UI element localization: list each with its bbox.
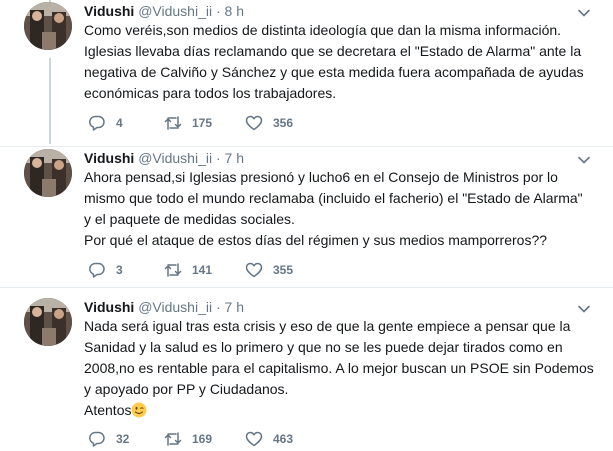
tweet-header: Vidushi @Vidushi_ii · 8 h [84, 2, 244, 20]
author-handle[interactable]: @Vidushi_ii [138, 299, 212, 315]
retweet-icon [164, 263, 182, 277]
reply-icon [89, 262, 105, 278]
reply-button[interactable]: 3 [88, 260, 123, 280]
tweet-text-line: Ahora pensad,si Iglesias presionó y luch… [84, 169, 558, 185]
chevron-down-icon[interactable] [577, 153, 591, 167]
author-handle[interactable]: @Vidushi_ii [138, 3, 212, 19]
tweet-text-line: Atentos [84, 400, 594, 421]
timestamp[interactable]: 7 h [225, 299, 244, 315]
tweet-text: Nada será igual tras esta crisis y eso d… [84, 316, 594, 421]
reply-count: 4 [116, 116, 123, 130]
winking-face-emoji-icon [131, 402, 147, 418]
separator-dot: · [215, 299, 221, 315]
reply-icon [89, 431, 105, 447]
tweet-text-line: Nada será igual tras esta crisis y eso d… [84, 318, 571, 334]
avatar-image [24, 149, 72, 197]
retweet-button[interactable]: 141 [164, 260, 212, 280]
like-count: 356 [273, 116, 294, 130]
chevron-down-icon[interactable] [577, 6, 591, 20]
chevron-down-icon[interactable] [577, 302, 591, 316]
avatar[interactable] [24, 298, 72, 346]
tweet-text-line: negativa de Calviño y Sánchez y que esta… [84, 64, 584, 80]
heart-icon [245, 115, 263, 131]
tweet-header: Vidushi @Vidushi_ii · 7 h [84, 149, 244, 167]
like-count: 463 [273, 432, 294, 446]
avatar[interactable] [24, 149, 72, 197]
like-button[interactable]: 463 [245, 429, 293, 449]
author-handle[interactable]: @Vidushi_ii [138, 150, 212, 166]
retweet-icon [164, 116, 182, 130]
separator-dot: · [215, 150, 221, 166]
retweet-icon [164, 432, 182, 446]
reply-count: 3 [116, 263, 123, 277]
retweet-button[interactable]: 175 [164, 113, 212, 133]
reply-button[interactable]: 4 [88, 113, 123, 133]
author-name[interactable]: Vidushi [84, 150, 134, 166]
timestamp[interactable]: 8 h [225, 3, 244, 19]
retweet-count: 175 [192, 116, 213, 130]
tweet-text-line: Por qué el ataque de estos días del régi… [84, 232, 548, 248]
avatar-image [24, 298, 72, 346]
tweet-text-line: Sanidad y la salud es lo primero y que n… [84, 339, 563, 355]
tweet[interactable]: Vidushi @Vidushi_ii · 7 h Nada será igua… [0, 296, 613, 451]
author-name[interactable]: Vidushi [84, 3, 134, 19]
reply-icon [89, 115, 105, 131]
timestamp[interactable]: 7 h [225, 150, 244, 166]
heart-icon [245, 431, 263, 447]
tweet-divider [0, 287, 613, 288]
tweet-text-line: mismo que todo el mundo reclamaba (inclu… [84, 190, 583, 206]
tweet-text: Como veréis,son medios de distinta ideol… [84, 20, 594, 104]
tweet-text-line: Como veréis,son medios de distinta ideol… [84, 22, 562, 38]
tweet-text-line: y el paquete de medidas sociales. [84, 211, 295, 227]
tweet[interactable]: Vidushi @Vidushi_ii · 8 h Como veréis,so… [0, 0, 613, 146]
avatar-image [24, 2, 72, 50]
like-button[interactable]: 355 [245, 260, 293, 280]
tweet[interactable]: Vidushi @Vidushi_ii · 7 h Ahora pensad,s… [0, 147, 613, 293]
reply-count: 32 [116, 432, 130, 446]
tweet-text-last-words: Atentos [84, 402, 132, 418]
author-name[interactable]: Vidushi [84, 299, 134, 315]
tweet-header: Vidushi @Vidushi_ii · 7 h [84, 298, 244, 316]
like-button[interactable]: 356 [245, 113, 293, 133]
tweet-text-line: 2008,no es rentable para el capitalismo.… [84, 360, 594, 376]
avatar[interactable] [24, 2, 72, 50]
separator-dot: · [215, 3, 221, 19]
reply-button[interactable]: 32 [88, 429, 129, 449]
like-count: 355 [273, 263, 294, 277]
tweet-text-line: Iglesias llevaba días reclamando que se … [84, 43, 582, 59]
tweet-text: Ahora pensad,si Iglesias presionó y luch… [84, 167, 594, 251]
retweet-count: 169 [192, 432, 213, 446]
retweet-count: 141 [192, 263, 213, 277]
heart-icon [245, 262, 263, 278]
tweet-text-line: y apoyado por PP y Ciudadanos. [84, 381, 289, 397]
retweet-button[interactable]: 169 [164, 429, 212, 449]
tweet-text-line: económicas para todos los trabajadores. [84, 85, 337, 101]
